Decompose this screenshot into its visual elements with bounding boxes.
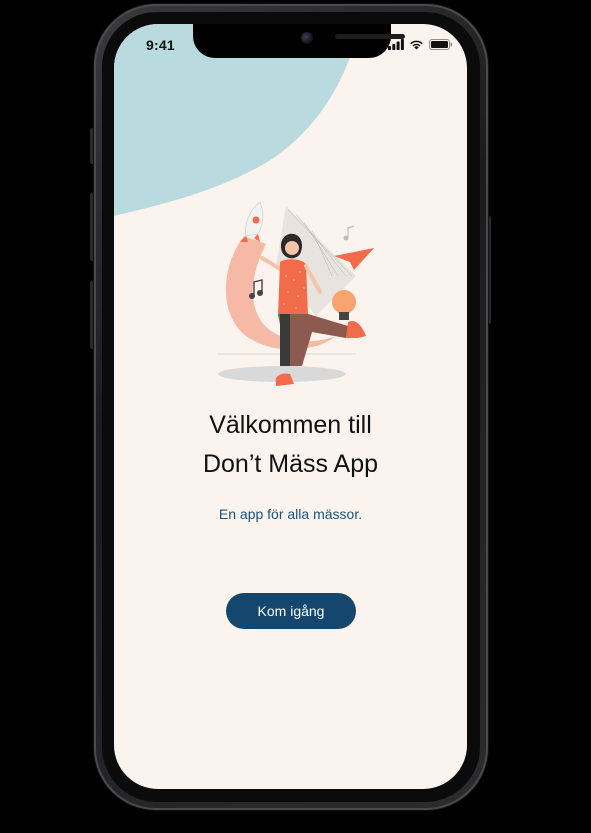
welcome-title-line2: Don’t Mäss App	[202, 450, 379, 478]
stage: 9:41 Välkommen till Don’t Mäss App En ap…	[0, 0, 591, 833]
lightbulb-shape	[332, 290, 356, 320]
battery-icon	[429, 39, 453, 50]
status-icons	[388, 39, 453, 50]
music-note-small-shape	[343, 225, 355, 241]
welcome-subtitle: En app för alla mässor.	[218, 506, 363, 522]
status-time: 9:41	[146, 37, 175, 53]
welcome-illustration	[218, 201, 374, 386]
notch	[193, 24, 405, 58]
welcome-title-line1: Välkommen till	[209, 411, 372, 439]
wifi-icon	[410, 40, 423, 50]
get-started-label: Kom igång	[257, 603, 325, 619]
signal-icon	[388, 39, 404, 50]
app-screen: 9:41 Välkommen till Don’t Mäss App En ap…	[114, 24, 467, 789]
rocket-shape	[240, 201, 264, 242]
get-started-button[interactable]: Kom igång	[226, 593, 356, 629]
front-camera	[301, 32, 313, 44]
